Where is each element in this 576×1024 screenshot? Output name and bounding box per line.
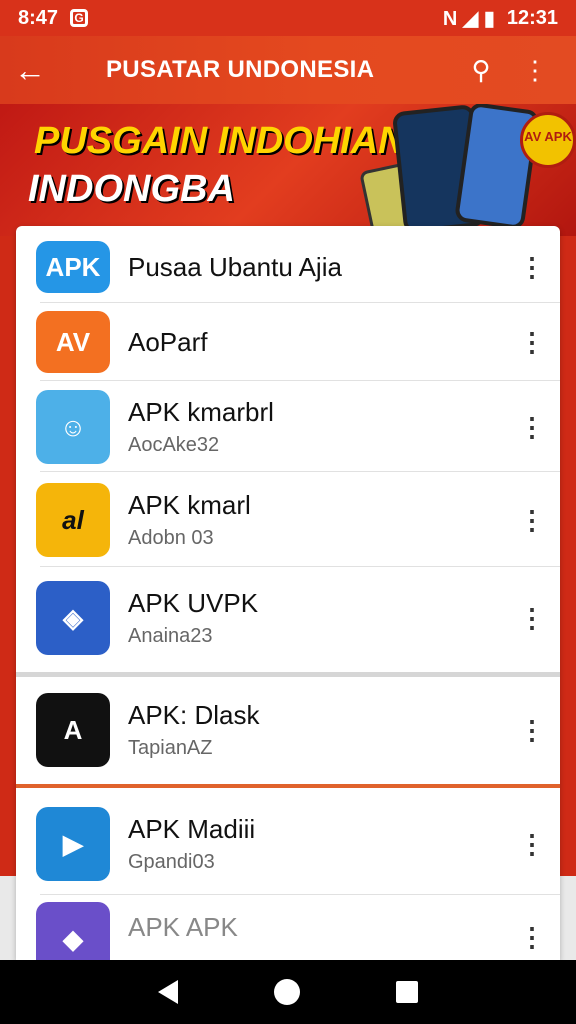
system-navigation-bar: [0, 960, 576, 1024]
more-options-icon[interactable]: ⋮: [504, 327, 560, 358]
notification-app-icon: G: [70, 9, 89, 27]
banner-headline: PUSGAIN INDOHIAN: [34, 120, 406, 162]
search-icon[interactable]: ⚲: [454, 55, 508, 86]
divider: [40, 471, 560, 472]
app-subtitle: AocAke32: [128, 434, 220, 456]
app-subtitle: Anaina23: [128, 625, 213, 647]
nav-recents-icon[interactable]: [396, 981, 418, 1003]
app-subtitle: Gpandi03: [128, 851, 215, 873]
app-icon: ▶: [36, 807, 110, 881]
divider: [40, 302, 560, 303]
banner-subheadline: INDONGBA: [28, 168, 235, 210]
list-item[interactable]: A APK: Dlask TapianAZ ⋮: [16, 682, 560, 778]
app-icon: al: [36, 483, 110, 557]
list-item[interactable]: ◆ APK APK ⋮: [16, 902, 560, 960]
section-divider: [16, 784, 560, 788]
list-item[interactable]: AV AoParf ⋮: [16, 306, 560, 378]
overflow-menu-icon[interactable]: ⋮: [508, 55, 562, 86]
list-item[interactable]: ☺ APK kmarbrl AocAke32 ⋮: [16, 384, 560, 470]
app-name: APK UVPK: [128, 588, 259, 618]
app-icon: ☺: [36, 390, 110, 464]
app-name: APK Madiii: [128, 814, 256, 844]
app-icon: ◈: [36, 581, 110, 655]
section-divider: [16, 672, 560, 677]
app-icon: AV: [36, 311, 110, 373]
more-options-icon[interactable]: ⋮: [504, 715, 560, 746]
app-icon: APK: [36, 241, 110, 293]
app-bar: ← PUSATAR UNDONESIA ⚲ ⋮: [0, 36, 576, 104]
app-icon: ◆: [36, 902, 110, 960]
app-name: APK: Dlask: [128, 700, 260, 730]
app-name: APK APK: [128, 912, 238, 942]
status-clock: 12:31: [506, 6, 558, 29]
app-subtitle: TapianAZ: [128, 737, 213, 759]
divider: [40, 566, 560, 567]
divider: [40, 380, 560, 381]
app-subtitle: Adobn 03: [128, 527, 214, 549]
list-item[interactable]: ◈ APK UVPK Anaina23 ⋮: [16, 570, 560, 666]
more-options-icon[interactable]: ⋮: [504, 829, 560, 860]
app-name: AoParf: [128, 326, 208, 357]
status-time: 8:47: [18, 6, 59, 29]
more-options-icon[interactable]: ⋮: [504, 902, 560, 953]
more-options-icon[interactable]: ⋮: [504, 252, 560, 283]
background-strip: [0, 236, 16, 876]
page-title: PUSATAR UNDONESIA: [106, 56, 375, 83]
app-list-card: APK Pusaa Ubantu Ajia ⋮ AV AoParf ⋮ ☺ AP…: [16, 226, 560, 960]
promo-banner[interactable]: PUSGAIN INDOHIAN INDONGBA AV APK: [0, 104, 576, 236]
signal-wifi-battery-icon: N ◢ ▮: [442, 7, 495, 30]
nav-back-icon[interactable]: [158, 980, 178, 1004]
list-item[interactable]: al APK kmarl Adobn 03 ⋮: [16, 476, 560, 564]
back-arrow-icon[interactable]: ←: [14, 52, 70, 89]
divider: [40, 894, 560, 895]
more-options-icon[interactable]: ⋮: [504, 505, 560, 536]
app-name: APK kmarbrl: [128, 397, 274, 427]
more-options-icon[interactable]: ⋮: [504, 412, 560, 443]
background-strip: [560, 236, 576, 876]
apk-badge: AV APK: [520, 112, 576, 168]
status-bar: 8:47 G N ◢ ▮ 12:31: [0, 0, 576, 36]
app-name: Pusaa Ubantu Ajia: [128, 251, 342, 282]
list-item[interactable]: ▶ APK Madiii Gpandi03 ⋮: [16, 794, 560, 894]
list-item[interactable]: APK Pusaa Ubantu Ajia ⋮: [16, 234, 560, 300]
app-name: APK kmarl: [128, 490, 251, 520]
more-options-icon[interactable]: ⋮: [504, 603, 560, 634]
nav-home-icon[interactable]: [274, 979, 300, 1005]
app-icon: A: [36, 693, 110, 767]
